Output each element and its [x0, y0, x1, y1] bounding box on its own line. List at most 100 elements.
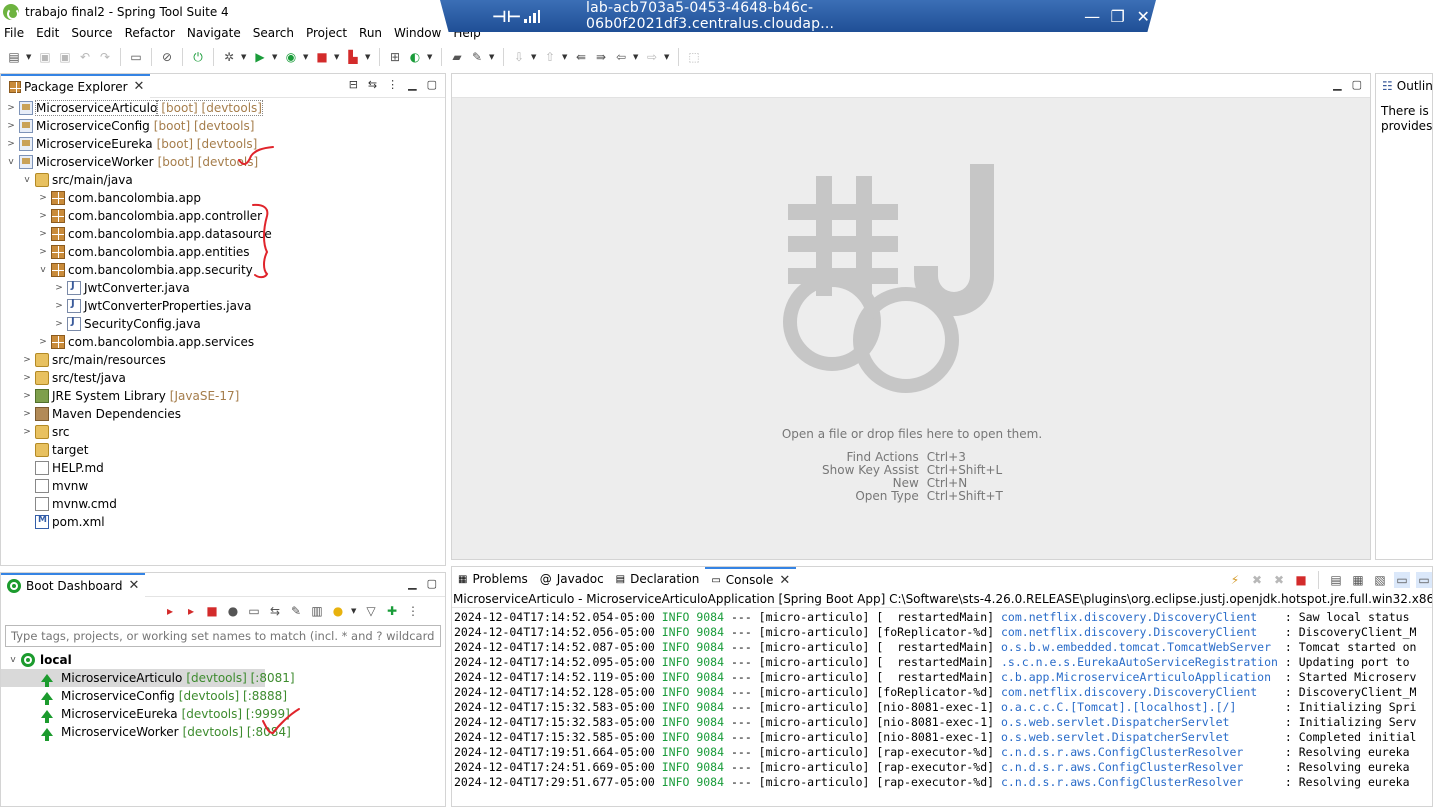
- stop-icon[interactable]: ■: [204, 603, 220, 619]
- relaunch-icon[interactable]: ⚡: [1227, 572, 1243, 588]
- boot-app-item[interactable]: MicroserviceEureka [devtools] [:9999]: [1, 705, 445, 723]
- tree-item[interactable]: > MicroserviceConfig [boot] [devtools]: [1, 117, 445, 135]
- tab-problems[interactable]: ▦ Problems: [452, 567, 534, 591]
- menu-source[interactable]: Source: [65, 26, 118, 40]
- chevron-down-icon[interactable]: v: [37, 265, 49, 275]
- chevron-right-icon[interactable]: >: [21, 391, 33, 401]
- open-console-icon[interactable]: ▭: [246, 603, 262, 619]
- undo-icon[interactable]: ↶: [77, 49, 93, 65]
- show-stderr-icon[interactable]: ▭: [1416, 572, 1432, 588]
- debug-icon[interactable]: ✲: [221, 49, 237, 65]
- minimize-icon[interactable]: ▁: [408, 78, 416, 91]
- last-edit-location-icon[interactable]: ⇚: [573, 49, 589, 65]
- remove-launch-icon[interactable]: ✖: [1249, 572, 1265, 588]
- remote-minimize-button[interactable]: —: [1079, 7, 1105, 26]
- chevron-right-icon[interactable]: >: [5, 139, 17, 149]
- chevron-right-icon[interactable]: >: [21, 373, 33, 383]
- maximize-icon[interactable]: ▢: [1352, 78, 1362, 91]
- maximize-icon[interactable]: ▢: [427, 78, 437, 91]
- scroll-lock-icon[interactable]: ▦: [1350, 572, 1366, 588]
- pin-icon[interactable]: ⊣⊢: [492, 7, 521, 26]
- coverage-icon[interactable]: ◉: [283, 49, 299, 65]
- open-type-icon[interactable]: ▰: [449, 49, 465, 65]
- chevron-right-icon[interactable]: >: [5, 103, 17, 113]
- chevron-right-icon[interactable]: >: [37, 211, 49, 221]
- tree-item[interactable]: mvnw.cmd: [1, 495, 445, 513]
- boot-filter-input[interactable]: [5, 625, 441, 647]
- edit-icon[interactable]: ✎: [288, 603, 304, 619]
- tree-item[interactable]: > SecurityConfig.java: [1, 315, 445, 333]
- chevron-right-icon[interactable]: >: [37, 229, 49, 239]
- tree-item[interactable]: > com.bancolombia.app.datasource: [1, 225, 445, 243]
- tree-item[interactable]: v MicroserviceWorker [boot] [devtools]: [1, 153, 445, 171]
- close-icon[interactable]: ✕: [779, 573, 790, 588]
- new-java-package-icon[interactable]: ⊞: [387, 49, 403, 65]
- skip-breakpoints-icon[interactable]: ⊘: [159, 49, 175, 65]
- forward-icon[interactable]: ⇨: [644, 49, 660, 65]
- tree-item[interactable]: v com.bancolombia.app.security: [1, 261, 445, 279]
- chevron-right-icon[interactable]: >: [21, 355, 33, 365]
- tree-item[interactable]: > MicroserviceEureka [boot] [devtools]: [1, 135, 445, 153]
- tree-item[interactable]: > src: [1, 423, 445, 441]
- open-browser-icon[interactable]: ●: [225, 603, 241, 619]
- remote-restore-button[interactable]: ❐: [1105, 7, 1131, 26]
- back-icon[interactable]: ⇦: [613, 49, 629, 65]
- chevron-right-icon[interactable]: >: [53, 283, 65, 293]
- close-icon[interactable]: ✕: [129, 578, 140, 593]
- pin-editor-icon[interactable]: ⬚: [686, 49, 702, 65]
- run-icon[interactable]: ▶: [252, 49, 268, 65]
- menu-search[interactable]: Search: [247, 26, 300, 40]
- next-annotation-icon[interactable]: ⇩: [511, 49, 527, 65]
- chevron-right-icon[interactable]: >: [53, 301, 65, 311]
- tree-item[interactable]: > com.bancolombia.app: [1, 189, 445, 207]
- redo-icon[interactable]: ↷: [97, 49, 113, 65]
- boot-app-item[interactable]: MicroserviceArticulo [devtools] [:8081]: [1, 669, 295, 687]
- chevron-right-icon[interactable]: >: [37, 337, 49, 347]
- restart-debug-icon[interactable]: ▸: [183, 603, 199, 619]
- external-tools-icon[interactable]: ▙: [345, 49, 361, 65]
- save-all-icon[interactable]: ▣: [57, 49, 73, 65]
- show-stdout-icon[interactable]: ▭: [1394, 572, 1410, 588]
- collapse-all-icon[interactable]: ⊟: [349, 78, 358, 91]
- new-class-icon[interactable]: ◐: [407, 49, 423, 65]
- filter-icon[interactable]: ▽: [363, 603, 379, 619]
- stop-icon[interactable]: ■: [314, 49, 330, 65]
- chevron-down-icon[interactable]: v: [21, 175, 33, 185]
- tree-item[interactable]: > com.bancolombia.app.entities: [1, 243, 445, 261]
- tree-item[interactable]: mvnw: [1, 477, 445, 495]
- hint-icon[interactable]: ●: [330, 603, 346, 619]
- delete-icon[interactable]: ▥: [309, 603, 325, 619]
- tree-item[interactable]: > com.bancolombia.app.controller: [1, 207, 445, 225]
- previous-annotation-icon[interactable]: ⇧: [542, 49, 558, 65]
- editor-area[interactable]: ▁ ▢ Open a file or drop files here to op…: [451, 73, 1371, 560]
- chevron-right-icon[interactable]: >: [37, 193, 49, 203]
- tree-item[interactable]: HELP.md: [1, 459, 445, 477]
- word-wrap-icon[interactable]: ▧: [1372, 572, 1388, 588]
- remove-all-icon[interactable]: ✖: [1271, 572, 1287, 588]
- menu-window[interactable]: Window: [388, 26, 447, 40]
- console-output[interactable]: 2024-12-04T17:14:52.054-05:00 INFO 9084 …: [454, 610, 1416, 790]
- menu-run[interactable]: Run: [353, 26, 388, 40]
- minimize-icon[interactable]: ▁: [1333, 78, 1341, 91]
- tree-item[interactable]: > src/test/java: [1, 369, 445, 387]
- menu-edit[interactable]: Edit: [30, 26, 65, 40]
- tree-item[interactable]: > JwtConverter.java: [1, 279, 445, 297]
- menu-project[interactable]: Project: [300, 26, 353, 40]
- local-node[interactable]: v local: [1, 651, 445, 669]
- view-menu-icon[interactable]: ⋮: [405, 603, 421, 619]
- chevron-right-icon[interactable]: >: [53, 319, 65, 329]
- link-with-editor-icon[interactable]: ⇆: [368, 78, 377, 91]
- tree-item[interactable]: pom.xml: [1, 513, 445, 531]
- tree-item[interactable]: v src/main/java: [1, 171, 445, 189]
- add-icon[interactable]: ✚: [384, 603, 400, 619]
- menu-refactor[interactable]: Refactor: [119, 26, 181, 40]
- chevron-right-icon[interactable]: >: [37, 247, 49, 257]
- tab-outline[interactable]: ☷ Outline: [1376, 74, 1432, 98]
- link-icon[interactable]: ⇆: [267, 603, 283, 619]
- boot-app-item[interactable]: MicroserviceWorker [devtools] [:8084]: [1, 723, 445, 741]
- tree-item[interactable]: > Maven Dependencies: [1, 405, 445, 423]
- tab-package-explorer[interactable]: Package Explorer ✕: [1, 73, 151, 98]
- new-dropdown-icon[interactable]: ▼: [26, 53, 33, 61]
- save-icon[interactable]: ▣: [37, 49, 53, 65]
- chevron-right-icon[interactable]: >: [21, 409, 33, 419]
